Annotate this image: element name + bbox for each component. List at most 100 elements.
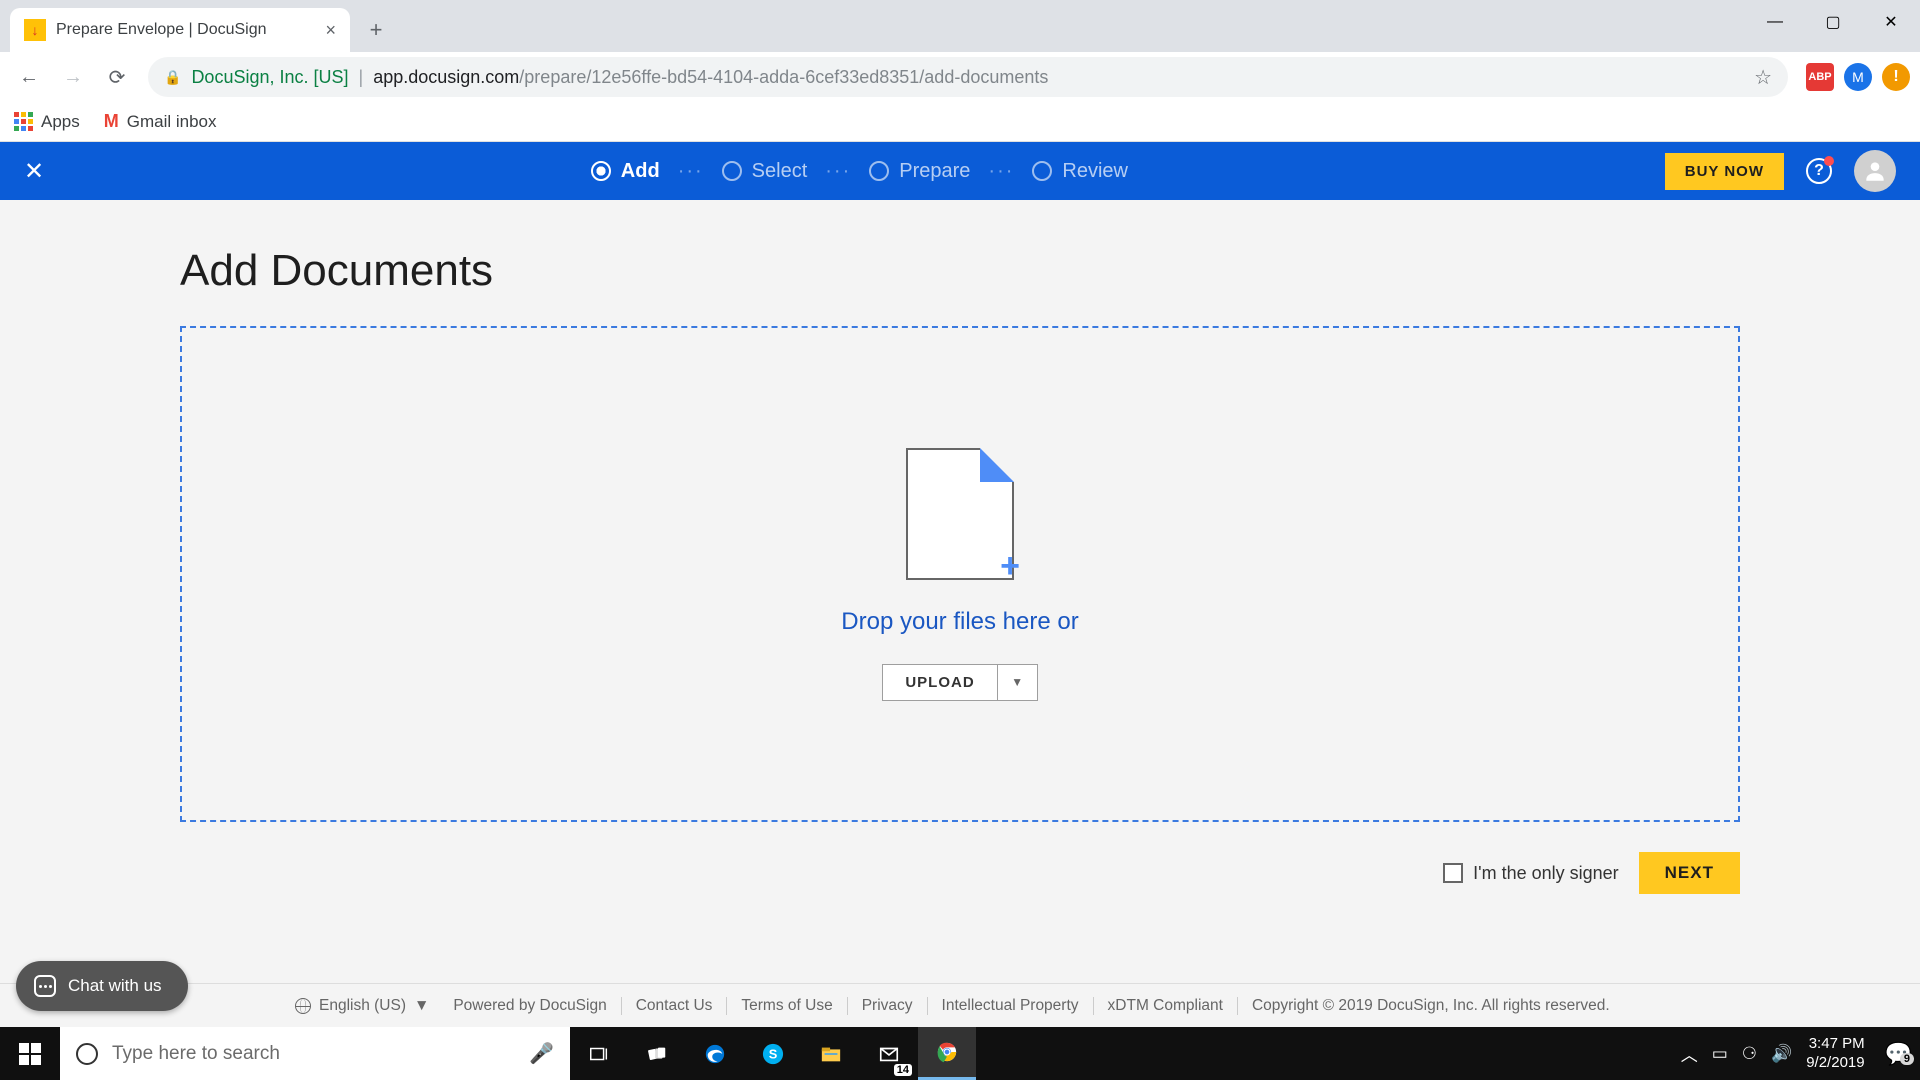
back-button[interactable]: ← [10, 58, 48, 96]
bookmarks-bar: Apps M Gmail inbox [0, 102, 1920, 142]
upload-button-group: UPLOAD ▼ [882, 664, 1037, 701]
help-icon[interactable]: ? [1806, 158, 1832, 184]
extensions-row: ABP M ! [1806, 63, 1910, 91]
chrome-profile-icon[interactable]: M [1844, 63, 1872, 91]
step-divider-icon: ··· [988, 160, 1014, 183]
tray-chevron-up-icon[interactable]: ︿ [1681, 1041, 1698, 1066]
taskbar-app-cards[interactable] [628, 1027, 686, 1080]
volume-icon[interactable]: 🔊 [1771, 1044, 1792, 1064]
footer-copyright: Copyright © 2019 DocuSign, Inc. All righ… [1237, 997, 1624, 1015]
buy-now-button[interactable]: BUY NOW [1665, 153, 1784, 190]
step-circle-icon [869, 161, 889, 181]
only-signer-label: I'm the only signer [1473, 863, 1619, 884]
action-center-icon[interactable]: 💬9 [1885, 1041, 1912, 1067]
gmail-icon: M [104, 111, 119, 132]
chat-icon [34, 975, 56, 997]
taskbar-search[interactable]: Type here to search 🎤 [60, 1027, 570, 1080]
url-path: /prepare/12e56ffe-bd54-4104-adda-6cef33e… [519, 67, 1048, 87]
wifi-icon[interactable]: ⚆ [1742, 1044, 1757, 1064]
close-envelope-button[interactable]: ✕ [24, 157, 54, 186]
url-separator: | [359, 67, 364, 88]
only-signer-option[interactable]: I'm the only signer [1443, 863, 1619, 884]
forward-button[interactable]: → [54, 58, 92, 96]
language-selector[interactable]: English (US) ▼ [295, 997, 429, 1015]
apps-label: Apps [41, 112, 80, 132]
microphone-icon[interactable]: 🎤 [529, 1041, 554, 1066]
upload-button[interactable]: UPLOAD [882, 664, 997, 701]
only-signer-checkbox[interactable] [1443, 863, 1463, 883]
windows-taskbar: Type here to search 🎤 S 14 ︿ ▭ ⚆ 🔊 [0, 1027, 1920, 1080]
step-prepare[interactable]: Prepare [869, 160, 970, 183]
system-tray: ︿ ▭ ⚆ 🔊 3:47 PM 9/2/2019 💬9 [1681, 1027, 1920, 1080]
dropzone-text: Drop your files here or [841, 608, 1078, 636]
notification-dot-icon [1824, 156, 1834, 166]
address-bar: ← → ⟳ 🔒 DocuSign, Inc. [US] | app.docusi… [0, 52, 1920, 102]
bookmark-star-icon[interactable]: ☆ [1754, 65, 1772, 90]
gmail-label: Gmail inbox [127, 112, 217, 132]
app-footer: English (US) ▼ Powered by DocuSign Conta… [0, 983, 1920, 1027]
footer-link[interactable]: xDTM Compliant [1093, 997, 1237, 1015]
step-label: Prepare [899, 160, 970, 183]
maximize-button[interactable]: ▢ [1804, 0, 1862, 44]
step-label: Add [621, 160, 660, 183]
notification-count-badge: 9 [1900, 1053, 1914, 1065]
tray-time: 3:47 PM [1806, 1035, 1864, 1054]
file-dropzone[interactable]: + Drop your files here or UPLOAD ▼ [180, 326, 1740, 822]
taskbar-app-chrome[interactable] [918, 1027, 976, 1080]
step-add[interactable]: Add [591, 160, 660, 183]
footer-link[interactable]: Privacy [847, 997, 927, 1015]
step-label: Select [752, 160, 808, 183]
taskbar-apps: S 14 [570, 1027, 976, 1080]
chrome-warning-icon[interactable]: ! [1882, 63, 1910, 91]
battery-icon[interactable]: ▭ [1712, 1044, 1728, 1064]
step-divider-icon: ··· [678, 160, 704, 183]
page-title: Add Documents [180, 246, 1740, 296]
step-review[interactable]: Review [1032, 160, 1128, 183]
upload-options-dropdown[interactable]: ▼ [998, 664, 1038, 701]
tab-close-icon[interactable]: × [325, 20, 336, 41]
mail-count-badge: 14 [894, 1064, 912, 1076]
svg-text:S: S [769, 1046, 778, 1061]
url-org: DocuSign, Inc. [US] [191, 67, 348, 88]
minimize-button[interactable]: — [1746, 0, 1804, 44]
taskbar-app-edge[interactable] [686, 1027, 744, 1080]
header-actions: BUY NOW ? [1665, 150, 1896, 192]
app-header: ✕ Add ··· Select ··· Prepare ··· Review [0, 142, 1920, 200]
adblock-extension-icon[interactable]: ABP [1806, 63, 1834, 91]
progress-steps: Add ··· Select ··· Prepare ··· Review [54, 160, 1665, 183]
globe-icon [295, 998, 311, 1014]
profile-avatar-icon[interactable] [1854, 150, 1896, 192]
step-select[interactable]: Select [722, 160, 808, 183]
start-button[interactable] [0, 1027, 60, 1080]
taskbar-app-mail[interactable]: 14 [860, 1027, 918, 1080]
lock-icon: 🔒 [164, 69, 181, 86]
search-placeholder: Type here to search [112, 1043, 515, 1065]
browser-tab[interactable]: ↓ Prepare Envelope | DocuSign × [10, 8, 350, 52]
footer-link[interactable]: Terms of Use [726, 997, 846, 1015]
gmail-bookmark[interactable]: M Gmail inbox [104, 111, 217, 132]
step-circle-icon [722, 161, 742, 181]
windows-logo-icon [19, 1043, 41, 1065]
close-window-button[interactable]: ✕ [1862, 0, 1920, 44]
footer-links: Powered by DocuSign Contact Us Terms of … [453, 997, 1623, 1015]
url-input[interactable]: 🔒 DocuSign, Inc. [US] | app.docusign.com… [148, 57, 1788, 97]
document-plus-icon: + [906, 448, 1014, 580]
chat-widget[interactable]: Chat with us [16, 961, 188, 1011]
browser-tab-strip: ↓ Prepare Envelope | DocuSign × + — ▢ ✕ [0, 0, 1920, 52]
next-button[interactable]: NEXT [1639, 852, 1740, 894]
apps-bookmark[interactable]: Apps [14, 112, 80, 132]
footer-link[interactable]: Intellectual Property [927, 997, 1093, 1015]
tab-favicon: ↓ [24, 19, 46, 41]
step-divider-icon: ··· [825, 160, 851, 183]
task-view-icon[interactable] [570, 1027, 628, 1080]
cortana-icon [76, 1043, 98, 1065]
language-label: English (US) [319, 997, 406, 1015]
footer-link[interactable]: Contact Us [621, 997, 727, 1015]
taskbar-app-skype[interactable]: S [744, 1027, 802, 1080]
tray-clock[interactable]: 3:47 PM 9/2/2019 [1806, 1035, 1864, 1073]
taskbar-app-explorer[interactable] [802, 1027, 860, 1080]
footer-link[interactable]: Powered by DocuSign [453, 997, 620, 1015]
docusign-app: ✕ Add ··· Select ··· Prepare ··· Review [0, 142, 1920, 1027]
reload-button[interactable]: ⟳ [98, 58, 136, 96]
new-tab-button[interactable]: + [358, 12, 394, 48]
